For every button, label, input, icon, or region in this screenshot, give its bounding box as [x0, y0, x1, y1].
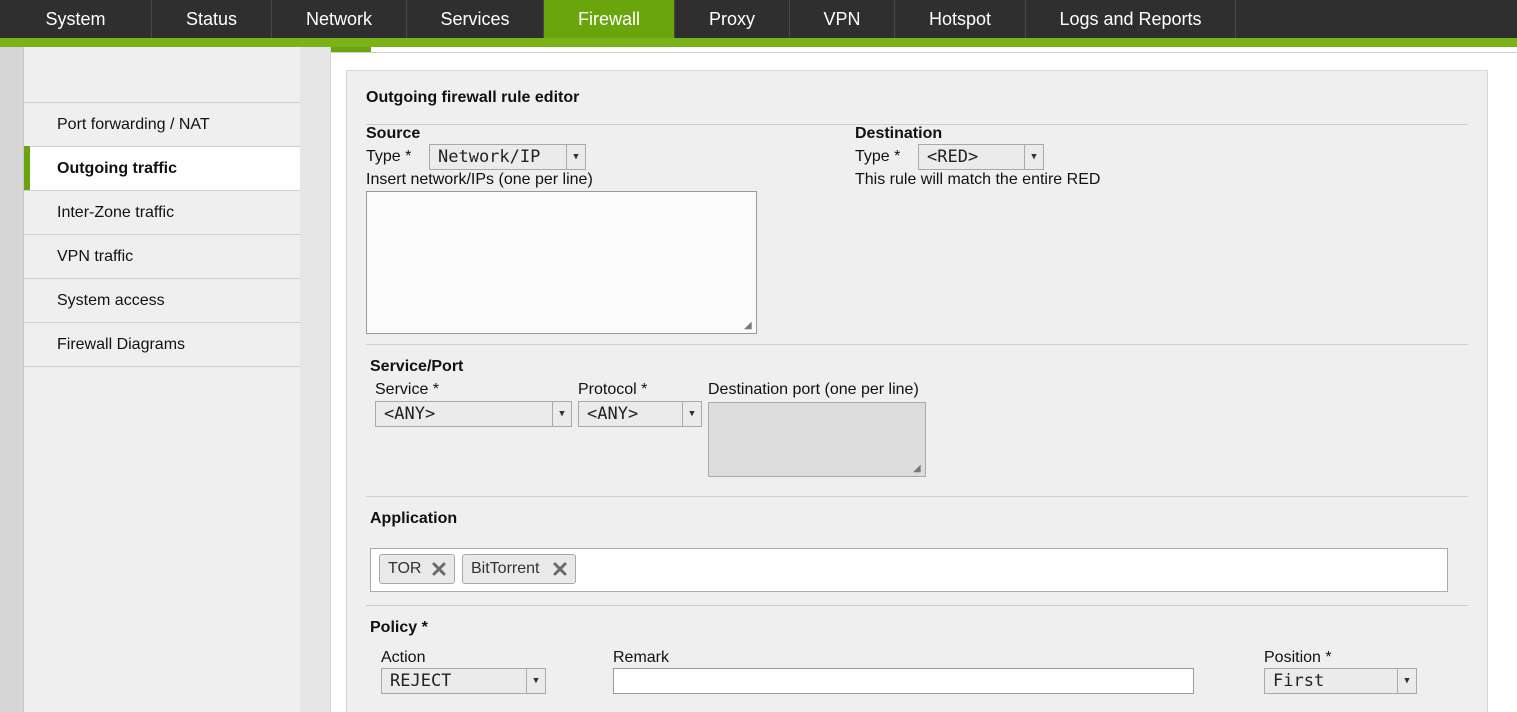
chevron-down-icon: ▼ [526, 669, 545, 693]
content-frame: Outgoing firewall rule editor Source Typ… [330, 47, 1517, 712]
protocol-value: <ANY> [587, 404, 639, 424]
sidebar-item-firewall-diagrams[interactable]: Firewall Diagrams [24, 322, 301, 366]
sidebar-item-port-forwarding-nat[interactable]: Port forwarding / NAT [24, 102, 301, 146]
nav-tab-hotspot[interactable]: Hotspot [895, 0, 1026, 38]
remark-input[interactable] [613, 668, 1194, 694]
tag-label: TOR [388, 560, 422, 577]
chevron-down-icon: ▼ [1397, 669, 1416, 693]
application-tag-input[interactable]: TOR BitTorrent [370, 548, 1448, 592]
nav-tab-logs-and-reports[interactable]: Logs and Reports [1026, 0, 1236, 38]
application-divider [366, 605, 1468, 606]
action-value: REJECT [390, 671, 452, 691]
sidebar-item-label: Firewall Diagrams [57, 335, 186, 353]
chevron-down-icon: ▼ [566, 145, 585, 169]
source-type-label: Type * [366, 148, 412, 165]
chevron-down-icon: ▼ [682, 402, 701, 426]
source-insert-label: Insert network/IPs (one per line) [366, 171, 593, 188]
destination-type-value: <RED> [927, 147, 979, 167]
service-select[interactable]: <ANY> ▼ [375, 401, 572, 427]
sidebar-divider [24, 366, 301, 367]
remove-tag-icon[interactable] [552, 561, 568, 577]
source-networks-textarea[interactable]: ◢ [366, 191, 757, 334]
destination-type-select[interactable]: <RED> ▼ [918, 144, 1044, 170]
service-divider [366, 496, 1468, 497]
destination-note: This rule will match the entire RED [855, 171, 1101, 188]
resize-handle-icon[interactable]: ◢ [744, 321, 754, 331]
active-subtab-marker [331, 47, 371, 52]
chevron-down-icon: ▼ [1024, 145, 1043, 169]
application-tag-bittorrent: BitTorrent [462, 554, 576, 584]
policy-heading: Policy * [370, 619, 428, 636]
nav-tab-proxy[interactable]: Proxy [675, 0, 790, 38]
source-heading: Source [366, 125, 421, 142]
top-navigation: System Status Network Services Firewall … [0, 0, 1517, 38]
nav-tab-firewall[interactable]: Firewall [544, 0, 675, 38]
nav-tab-network[interactable]: Network [272, 0, 407, 38]
nav-tab-vpn[interactable]: VPN [790, 0, 895, 38]
sidebar-item-label: Port forwarding / NAT [57, 115, 210, 133]
source-type-value: Network/IP [438, 147, 541, 167]
nav-tab-services[interactable]: Services [407, 0, 544, 38]
left-edge-strip [0, 47, 24, 712]
sidebar-item-outgoing-traffic[interactable]: Outgoing traffic [24, 146, 301, 191]
nav-tab-status[interactable]: Status [152, 0, 272, 38]
service-label: Service * [375, 381, 440, 398]
action-label: Action [381, 649, 426, 666]
protocol-label: Protocol * [578, 381, 648, 398]
destination-heading: Destination [855, 125, 943, 142]
destination-type-label: Type * [855, 148, 901, 165]
resize-handle-icon[interactable]: ◢ [913, 464, 923, 474]
sidebar-item-system-access[interactable]: System access [24, 278, 301, 322]
action-select[interactable]: REJECT ▼ [381, 668, 546, 694]
destination-port-label: Destination port (one per line) [708, 381, 919, 398]
application-tag-tor: TOR [379, 554, 455, 584]
sidebar-item-label: VPN traffic [57, 247, 134, 265]
editor-title: Outgoing firewall rule editor [366, 89, 580, 106]
remove-tag-icon[interactable] [431, 561, 447, 577]
main-area: Outgoing firewall rule editor Source Typ… [300, 47, 1517, 712]
content-top-divider [331, 52, 1517, 53]
source-type-select[interactable]: Network/IP ▼ [429, 144, 586, 170]
sidebar-item-label: Inter-Zone traffic [57, 203, 175, 221]
remark-label: Remark [613, 649, 670, 666]
sidebar-item-label: System access [57, 291, 165, 309]
sidebar: Port forwarding / NAT Outgoing traffic I… [24, 47, 301, 712]
rule-editor-panel: Outgoing firewall rule editor Source Typ… [346, 70, 1488, 712]
sidebar-item-inter-zone-traffic[interactable]: Inter-Zone traffic [24, 190, 301, 234]
nav-tab-system[interactable]: System [0, 0, 152, 38]
position-select[interactable]: First ▼ [1264, 668, 1417, 694]
destination-port-textarea[interactable]: ◢ [708, 402, 926, 477]
source-divider [366, 344, 1468, 345]
service-port-heading: Service/Port [370, 358, 464, 375]
position-value: First [1273, 671, 1325, 691]
nav-accent-bar [0, 38, 1517, 47]
chevron-down-icon: ▼ [552, 402, 571, 426]
service-value: <ANY> [384, 404, 436, 424]
sidebar-item-vpn-traffic[interactable]: VPN traffic [24, 234, 301, 278]
protocol-select[interactable]: <ANY> ▼ [578, 401, 702, 427]
tag-label: BitTorrent [471, 560, 540, 577]
application-heading: Application [370, 510, 458, 527]
sidebar-item-label: Outgoing traffic [57, 159, 177, 177]
position-label: Position * [1264, 649, 1332, 666]
